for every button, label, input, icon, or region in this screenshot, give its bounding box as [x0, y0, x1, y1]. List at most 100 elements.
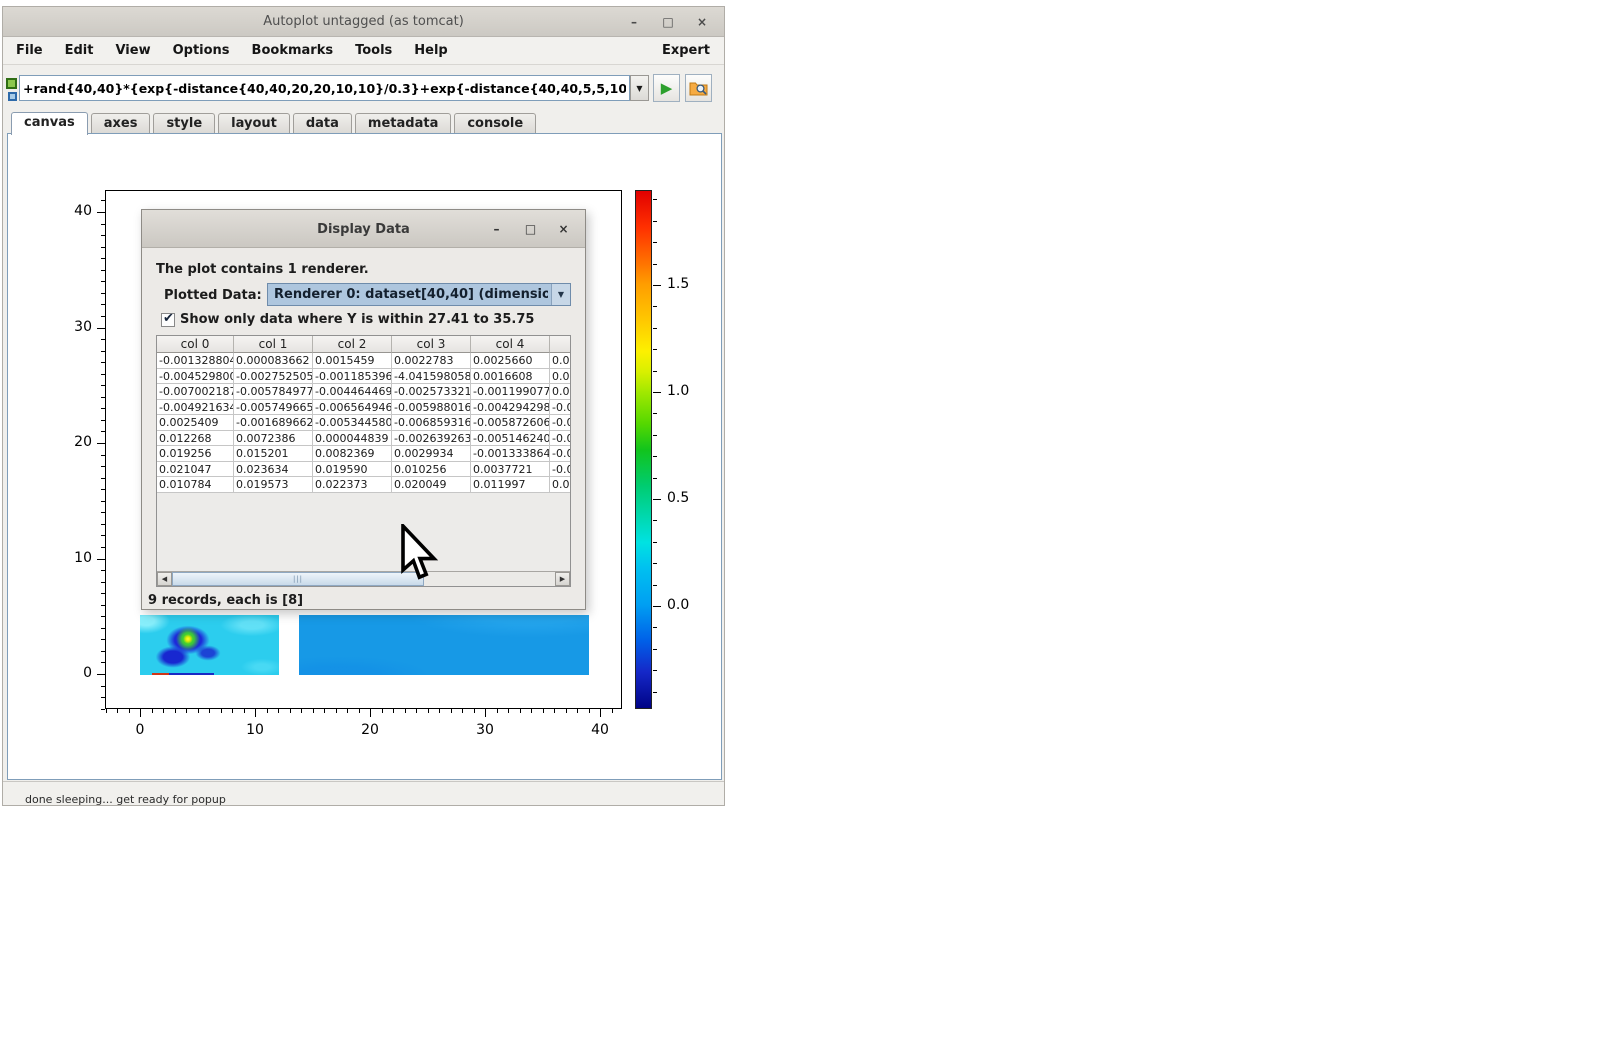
menu-file[interactable]: File: [5, 38, 54, 63]
x-axis-minor-tick: [405, 709, 406, 713]
table-cell: -0.006564946...: [313, 400, 392, 416]
tab-data[interactable]: data: [293, 113, 352, 133]
plot-go-button[interactable]: ▶: [653, 74, 680, 102]
colorbar-minor-tick: [653, 520, 657, 521]
y-axis-minor-tick: [101, 351, 105, 352]
tab-axes[interactable]: axes: [91, 113, 151, 133]
menu-help[interactable]: Help: [403, 38, 458, 63]
x-axis-minor-tick: [324, 709, 325, 713]
scrollbar-thumb[interactable]: |||: [172, 572, 424, 586]
y-axis-tick-label: 10: [44, 550, 92, 568]
menu-expert[interactable]: Expert: [662, 43, 724, 58]
table-cell: 0.023634: [234, 462, 313, 478]
combo-chevron-down-icon[interactable]: ▼: [551, 284, 570, 305]
table-row[interactable]: 0.0122680.00723860.000044839-0.002639263…: [157, 431, 570, 447]
data-table[interactable]: col 0col 1col 2col 3col 4 -0.001328804..…: [156, 335, 571, 587]
dialog-minimize-button[interactable]: –: [489, 221, 504, 237]
table-cell: 0.0029934: [392, 446, 471, 462]
window-maximize-button[interactable]: □: [660, 14, 676, 30]
filter-checkbox[interactable]: ✔: [161, 313, 175, 327]
colorbar-minor-tick: [653, 478, 657, 479]
plotted-data-label: Plotted Data:: [164, 288, 262, 303]
y-axis-minor-tick: [101, 455, 105, 456]
window-titlebar[interactable]: Autoplot untagged (as tomcat) – □ ×: [3, 7, 724, 37]
x-axis-minor-tick: [439, 709, 440, 713]
y-axis-minor-tick: [101, 258, 105, 259]
table-cell: -0.0: [550, 415, 570, 431]
table-row[interactable]: -0.004921634...-0.005749665...-0.0065649…: [157, 400, 570, 416]
dialog-close-button[interactable]: ×: [556, 221, 571, 237]
colorbar-tick-label: 1.0: [667, 383, 689, 399]
table-row[interactable]: -0.007002187...-0.005784977...-0.0044644…: [157, 384, 570, 400]
x-axis-minor-tick: [474, 709, 475, 713]
y-axis-minor-tick: [101, 639, 105, 640]
colorbar-minor-tick: [653, 328, 657, 329]
y-axis-minor-tick: [101, 281, 105, 282]
scroll-left-button[interactable]: ◀: [157, 572, 172, 586]
dialog-maximize-button[interactable]: □: [523, 221, 538, 237]
x-axis-minor-tick: [129, 709, 130, 713]
table-row[interactable]: 0.0107840.0195730.0223730.0200490.011997…: [157, 477, 570, 493]
colorbar-major-tick: [653, 606, 661, 607]
mouse-cursor-icon: [401, 524, 441, 582]
colorbar-minor-tick: [653, 627, 657, 628]
dialog-titlebar[interactable]: Display Data – □ ×: [142, 210, 585, 248]
menu-tools[interactable]: Tools: [344, 38, 403, 63]
column-header-1[interactable]: col 1: [234, 336, 313, 353]
tab-style[interactable]: style: [153, 113, 215, 133]
menu-edit[interactable]: Edit: [54, 38, 105, 63]
table-cell: 0.012268: [157, 431, 234, 447]
table-row[interactable]: -0.001328804...0.0000836620.00154590.002…: [157, 353, 570, 369]
colorbar-minor-tick: [653, 306, 657, 307]
window-close-button[interactable]: ×: [694, 14, 710, 30]
y-axis-minor-tick: [101, 501, 105, 502]
y-axis-minor-tick: [101, 662, 105, 663]
table-row[interactable]: -0.004529800...-0.002752505...-0.0011853…: [157, 369, 570, 385]
column-header-3[interactable]: col 3: [392, 336, 471, 353]
table-cell: 0.0072386: [234, 431, 313, 447]
tab-metadata[interactable]: metadata: [355, 113, 451, 133]
y-axis-minor-tick: [101, 570, 105, 571]
x-axis-minor-tick: [451, 709, 452, 713]
tab-layout[interactable]: layout: [218, 113, 290, 133]
colorbar-major-tick: [653, 285, 661, 286]
x-axis-minor-tick: [267, 709, 268, 713]
x-axis-minor-tick: [163, 709, 164, 713]
colorbar-tick-label: 1.5: [667, 276, 689, 292]
column-header-2[interactable]: col 2: [313, 336, 392, 353]
inspect-uri-button[interactable]: [685, 74, 712, 102]
y-axis-major-tick: [97, 559, 105, 560]
column-header-4[interactable]: col 4: [471, 336, 550, 353]
window-minimize-button[interactable]: –: [626, 14, 642, 30]
table-horizontal-scrollbar[interactable]: ◀ ||| ▶: [157, 571, 570, 586]
x-axis-major-tick: [600, 709, 601, 717]
table-cell: 0.00: [550, 369, 570, 385]
table-row[interactable]: 0.0025409-0.001689662...-0.005344580...-…: [157, 415, 570, 431]
x-axis-minor-tick: [301, 709, 302, 713]
x-axis-minor-tick: [382, 709, 383, 713]
y-axis-major-tick: [97, 674, 105, 675]
y-axis-minor-tick: [101, 697, 105, 698]
y-axis-minor-tick: [101, 408, 105, 409]
table-cell: 0.00: [550, 353, 570, 369]
table-cell: 0.022373: [313, 477, 392, 493]
menu-options[interactable]: Options: [162, 38, 241, 63]
uri-input[interactable]: [19, 75, 630, 101]
table-cell: 0.0037721: [471, 462, 550, 478]
table-row[interactable]: 0.0210470.0236340.0195900.0102560.003772…: [157, 462, 570, 478]
y-axis-tick-label: 30: [44, 319, 92, 337]
tab-canvas[interactable]: canvas: [11, 112, 88, 135]
menu-view[interactable]: View: [104, 38, 161, 63]
table-row[interactable]: 0.0192560.0152010.00823690.0029934-0.001…: [157, 446, 570, 462]
tab-console[interactable]: console: [454, 113, 536, 133]
column-header-5[interactable]: [550, 336, 570, 353]
uri-dropdown-button[interactable]: ▼: [630, 75, 649, 101]
scroll-right-button[interactable]: ▶: [555, 572, 570, 586]
x-axis-minor-tick: [531, 709, 532, 713]
column-header-0[interactable]: col 0: [157, 336, 234, 353]
scrollbar-track[interactable]: |||: [172, 572, 555, 586]
plotted-data-select[interactable]: Renderer 0: dataset[40,40] (dimension...…: [267, 283, 571, 306]
menu-bookmarks[interactable]: Bookmarks: [241, 38, 345, 63]
table-cell: -0.0: [550, 431, 570, 447]
colorbar-minor-tick: [653, 542, 657, 543]
